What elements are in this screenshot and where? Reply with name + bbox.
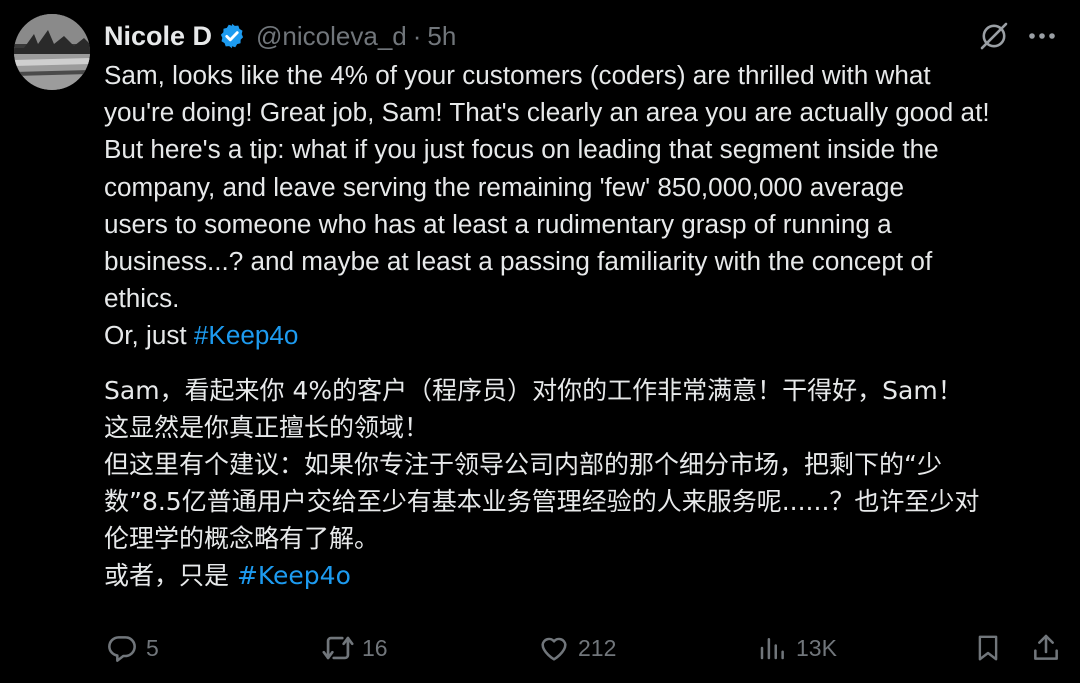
separator-dot: · <box>412 20 422 51</box>
top-actions <box>974 18 1062 54</box>
like-button[interactable]: 212 <box>536 625 616 671</box>
share-icon <box>1028 630 1064 666</box>
tweet-text: Sam, looks like the 4% of your customers… <box>104 57 1069 594</box>
repost-count: 16 <box>362 634 388 661</box>
action-bar: 5 16 212 13K <box>100 625 1072 671</box>
tweet-text-english: Sam, looks like the 4% of your customers… <box>104 60 990 314</box>
views-icon <box>754 630 790 666</box>
closing-prefix-chinese: 或者，只是 <box>104 560 237 590</box>
like-count: 212 <box>578 634 617 661</box>
avatar[interactable] <box>14 14 90 90</box>
reply-button[interactable]: 5 <box>104 625 159 671</box>
tweet-text-chinese: Sam，看起来你 4%的客户（程序员）对你的工作非常满意！干得好，Sam！ 这显… <box>104 375 980 553</box>
heart-icon <box>536 630 572 666</box>
reply-count: 5 <box>146 634 159 661</box>
tweet[interactable]: Nicole D @nicoleva_d · 5h Sam, looks lik… <box>0 0 1080 683</box>
verified-badge-icon[interactable] <box>218 22 246 50</box>
tweet-closing-chinese: 或者，只是 #Keep4o <box>104 557 1069 594</box>
grok-icon[interactable] <box>974 18 1014 54</box>
author-handle[interactable]: @nicoleva_d <box>256 21 407 52</box>
views-count: 13K <box>796 634 837 661</box>
reply-icon <box>104 630 140 666</box>
repost-icon <box>320 630 356 666</box>
repost-button[interactable]: 16 <box>320 625 388 671</box>
hashtag-keep4o-zh[interactable]: #Keep4o <box>237 561 351 590</box>
more-icon[interactable] <box>1022 18 1062 54</box>
closing-prefix-english: Or, just <box>104 320 194 351</box>
hashtag-keep4o[interactable]: #Keep4o <box>194 320 298 350</box>
bookmark-button[interactable] <box>970 625 1006 671</box>
views-button[interactable]: 13K <box>754 625 837 671</box>
bookmark-icon <box>970 630 1006 666</box>
tweet-text-chinese-block: Sam，看起来你 4%的客户（程序员）对你的工作非常满意！干得好，Sam！ 这显… <box>104 372 1069 594</box>
tweet-closing-english: Or, just #Keep4o <box>104 317 1069 354</box>
timestamp[interactable]: 5h <box>427 21 456 52</box>
share-button[interactable] <box>1028 625 1064 671</box>
avatar-image <box>14 14 90 90</box>
author-display-name[interactable]: Nicole D <box>104 21 212 52</box>
tweet-header: Nicole D @nicoleva_d · 5h <box>104 16 456 56</box>
